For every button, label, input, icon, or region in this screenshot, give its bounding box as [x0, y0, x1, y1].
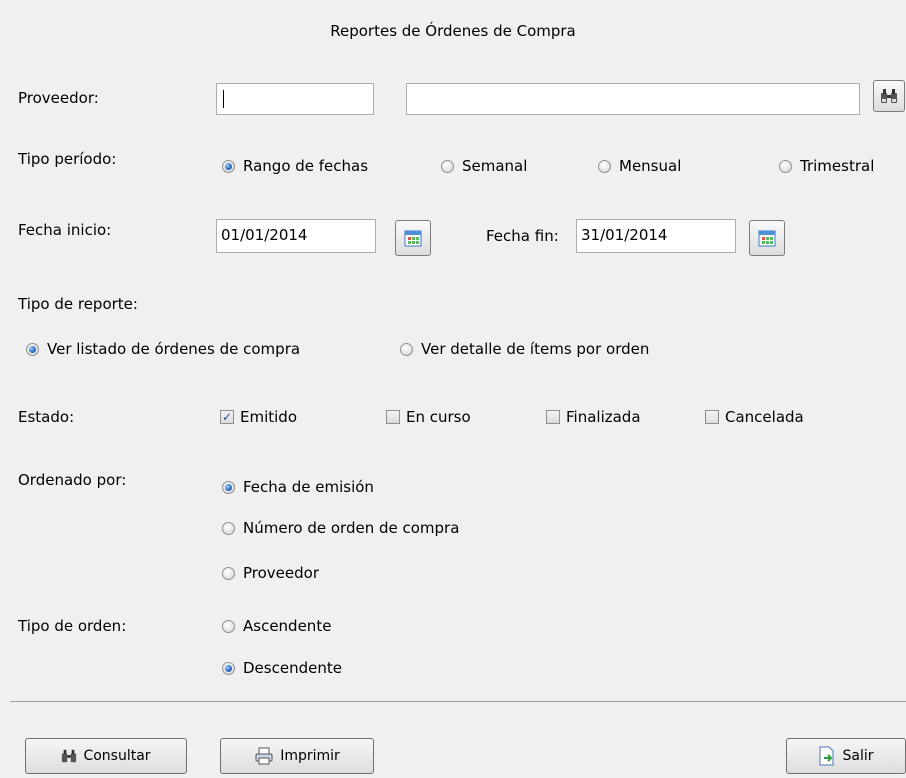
- fecha-fin-label: Fecha fin:: [486, 227, 559, 245]
- radio-indicator: [222, 619, 235, 633]
- fecha-inicio-calendar-button[interactable]: [395, 220, 431, 256]
- fecha-fin-calendar-button[interactable]: [749, 220, 785, 256]
- radio-indicator: [441, 159, 454, 173]
- radio-numero-orden[interactable]: Número de orden de compra: [222, 519, 459, 537]
- binoculars-icon: [881, 89, 897, 103]
- estado-label: Estado:: [18, 408, 75, 426]
- radio-ver-listado[interactable]: Ver listado de órdenes de compra: [26, 340, 300, 358]
- proveedor-code-input[interactable]: [216, 83, 374, 115]
- ordenado-por-label: Ordenado por:: [18, 471, 127, 489]
- exit-icon: [819, 746, 834, 766]
- proveedor-label: Proveedor:: [18, 89, 99, 107]
- printer-icon: [255, 747, 273, 765]
- consultar-button[interactable]: Consultar: [25, 738, 187, 774]
- checkbox-en-curso[interactable]: En curso: [386, 408, 471, 426]
- salir-button[interactable]: Salir: [786, 738, 906, 774]
- checkbox-emitido[interactable]: ✓ Emitido: [220, 408, 297, 426]
- radio-selected-indicator: [222, 661, 235, 675]
- tipo-orden-label: Tipo de orden:: [18, 617, 127, 635]
- radio-proveedor[interactable]: Proveedor: [222, 564, 319, 582]
- binoculars-icon: [62, 749, 77, 763]
- radio-semanal[interactable]: Semanal: [441, 157, 527, 175]
- radio-indicator: [222, 566, 235, 580]
- radio-selected-indicator: [222, 159, 235, 173]
- tipo-reporte-label: Tipo de reporte:: [18, 295, 138, 313]
- checkbox-checked-indicator: ✓: [220, 410, 234, 424]
- radio-indicator: [598, 159, 611, 173]
- radio-descendente[interactable]: Descendente: [222, 659, 342, 677]
- text-caret: [223, 89, 224, 108]
- calendar-icon: [404, 230, 422, 247]
- tipo-periodo-label: Tipo período:: [18, 150, 117, 168]
- checkbox-indicator: [705, 410, 719, 424]
- radio-indicator: [779, 159, 792, 173]
- checkbox-finalizada[interactable]: Finalizada: [546, 408, 641, 426]
- radio-selected-indicator: [222, 480, 235, 494]
- checkbox-indicator: [386, 410, 400, 424]
- calendar-icon: [758, 230, 776, 247]
- radio-trimestral[interactable]: Trimestral: [779, 157, 874, 175]
- proveedor-name-input[interactable]: [406, 83, 860, 115]
- divider: [10, 701, 906, 702]
- search-proveedor-button[interactable]: [873, 80, 905, 112]
- radio-indicator: [222, 521, 235, 535]
- radio-indicator: [400, 342, 413, 356]
- imprimir-button[interactable]: Imprimir: [220, 738, 374, 774]
- radio-ascendente[interactable]: Ascendente: [222, 617, 331, 635]
- radio-rango-fechas[interactable]: Rango de fechas: [222, 157, 368, 175]
- radio-selected-indicator: [26, 342, 39, 356]
- checkbox-indicator: [546, 410, 560, 424]
- radio-mensual[interactable]: Mensual: [598, 157, 681, 175]
- fecha-inicio-input[interactable]: 01/01/2014: [216, 219, 376, 253]
- radio-fecha-emision[interactable]: Fecha de emisión: [222, 478, 374, 496]
- fecha-inicio-label: Fecha inicio:: [18, 221, 112, 239]
- fecha-fin-input[interactable]: 31/01/2014: [576, 219, 736, 253]
- window-title: Reportes de Órdenes de Compra: [330, 22, 576, 40]
- radio-ver-detalle[interactable]: Ver detalle de ítems por orden: [400, 340, 649, 358]
- checkbox-cancelada[interactable]: Cancelada: [705, 408, 804, 426]
